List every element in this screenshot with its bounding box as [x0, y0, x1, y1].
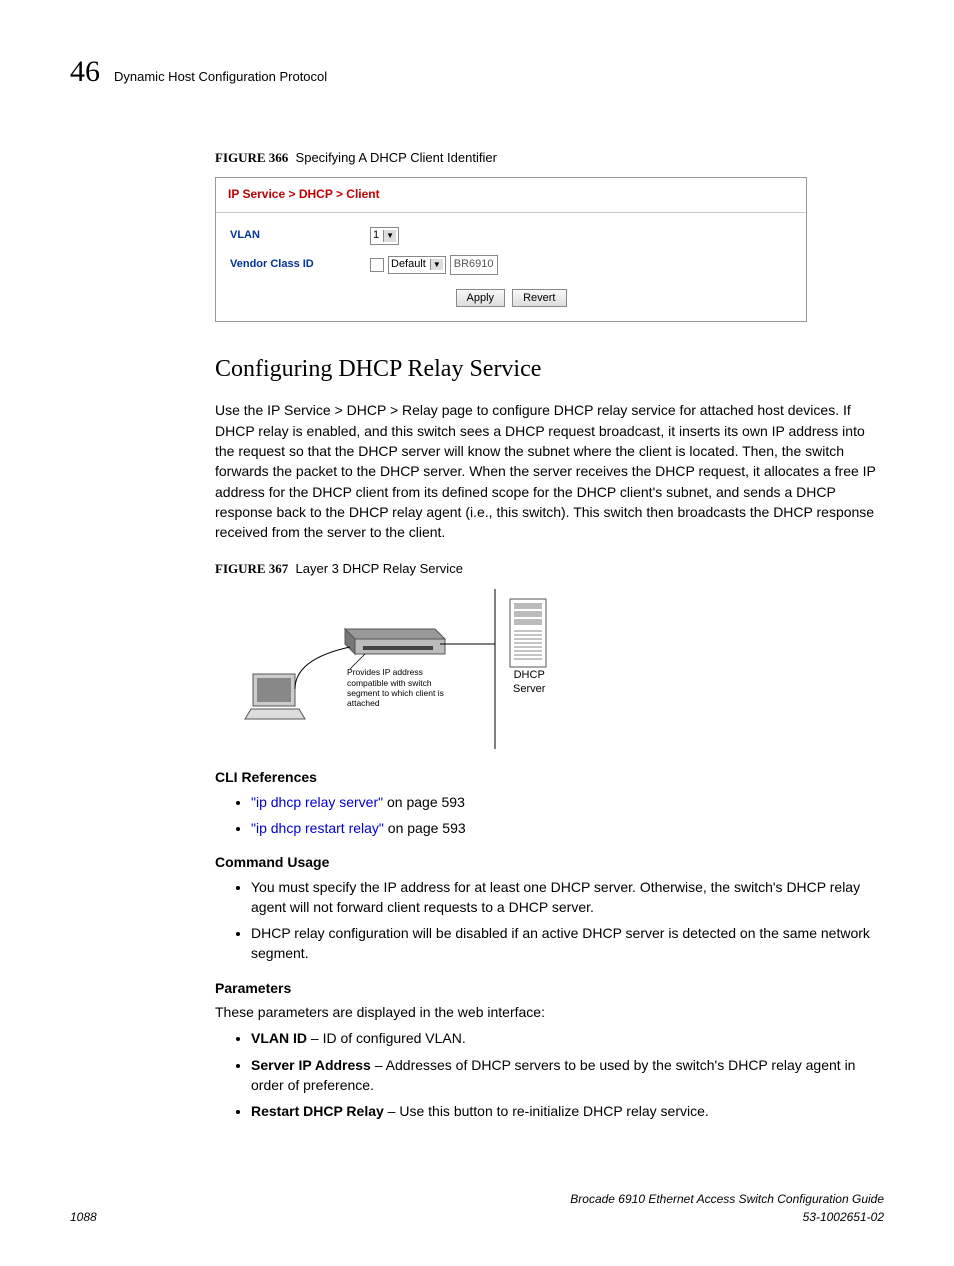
vendor-checkbox[interactable]: [370, 258, 384, 272]
server-label: DHCP Server: [513, 669, 545, 695]
cli-link[interactable]: "ip dhcp restart relay": [251, 820, 384, 836]
page-header: 46 Dynamic Host Configuration Protocol: [70, 50, 884, 94]
figure-label: FIGURE 366: [215, 150, 288, 165]
chevron-down-icon: ▼: [383, 230, 396, 242]
chapter-title: Dynamic Host Configuration Protocol: [114, 68, 327, 87]
figure-366-caption: FIGURE 366 Specifying A DHCP Client Iden…: [215, 149, 884, 168]
parameters-heading: Parameters: [215, 978, 884, 998]
footer-doc-id: 53-1002651-02: [570, 1209, 884, 1226]
vendor-class-label: Vendor Class ID: [230, 257, 370, 273]
parameters-list: VLAN ID – ID of configured VLAN. Server …: [215, 1028, 884, 1121]
vendor-text-input[interactable]: BR6910: [450, 255, 498, 275]
cli-link[interactable]: "ip dhcp relay server": [251, 794, 383, 810]
diagram-annotation: Provides IP address compatible with swit…: [347, 667, 452, 708]
list-item: Restart DHCP Relay – Use this button to …: [251, 1101, 884, 1121]
cli-references-heading: CLI References: [215, 767, 884, 787]
figure-367-caption: FIGURE 367 Layer 3 DHCP Relay Service: [215, 560, 884, 579]
apply-button[interactable]: Apply: [456, 289, 506, 307]
relay-diagram: Provides IP address compatible with swit…: [235, 589, 545, 749]
command-usage-list: You must specify the IP address for at l…: [215, 877, 884, 964]
list-item: "ip dhcp restart relay" on page 593: [251, 818, 884, 838]
dhcp-client-screenshot: IP Service > DHCP > Client VLAN 1 ▼ Vend…: [215, 177, 807, 321]
vendor-class-row: Vendor Class ID Default ▼ BR6910: [230, 255, 792, 275]
figure-label: FIGURE 367: [215, 561, 288, 576]
vlan-label: VLAN: [230, 228, 370, 244]
chevron-down-icon: ▼: [430, 259, 443, 271]
breadcrumb: IP Service > DHCP > Client: [216, 178, 806, 212]
chapter-number: 46: [70, 50, 100, 94]
list-item: DHCP relay configuration will be disable…: [251, 923, 884, 964]
footer-doc-title: Brocade 6910 Ethernet Access Switch Conf…: [570, 1191, 884, 1208]
cli-references-list: "ip dhcp relay server" on page 593 "ip d…: [215, 792, 884, 839]
server-icon: [510, 599, 546, 667]
list-item: Server IP Address – Addresses of DHCP se…: [251, 1055, 884, 1096]
footer-page-number: 1088: [70, 1209, 97, 1226]
vlan-dropdown[interactable]: 1 ▼: [370, 227, 399, 245]
page-footer: 1088 Brocade 6910 Ethernet Access Switch…: [70, 1191, 884, 1226]
list-item: VLAN ID – ID of configured VLAN.: [251, 1028, 884, 1048]
parameters-intro: These parameters are displayed in the we…: [215, 1002, 884, 1022]
section-heading: Configuring DHCP Relay Service: [215, 352, 884, 387]
switch-icon: [345, 629, 445, 654]
intro-paragraph: Use the IP Service > DHCP > Relay page t…: [215, 400, 884, 542]
revert-button[interactable]: Revert: [512, 289, 566, 307]
figure-caption-text: Specifying A DHCP Client Identifier: [296, 150, 497, 165]
list-item: "ip dhcp relay server" on page 593: [251, 792, 884, 812]
list-item: You must specify the IP address for at l…: [251, 877, 884, 918]
vlan-row: VLAN 1 ▼: [230, 227, 792, 245]
command-usage-heading: Command Usage: [215, 852, 884, 872]
vendor-type-dropdown[interactable]: Default ▼: [388, 256, 446, 274]
figure-caption-text: Layer 3 DHCP Relay Service: [296, 561, 463, 576]
